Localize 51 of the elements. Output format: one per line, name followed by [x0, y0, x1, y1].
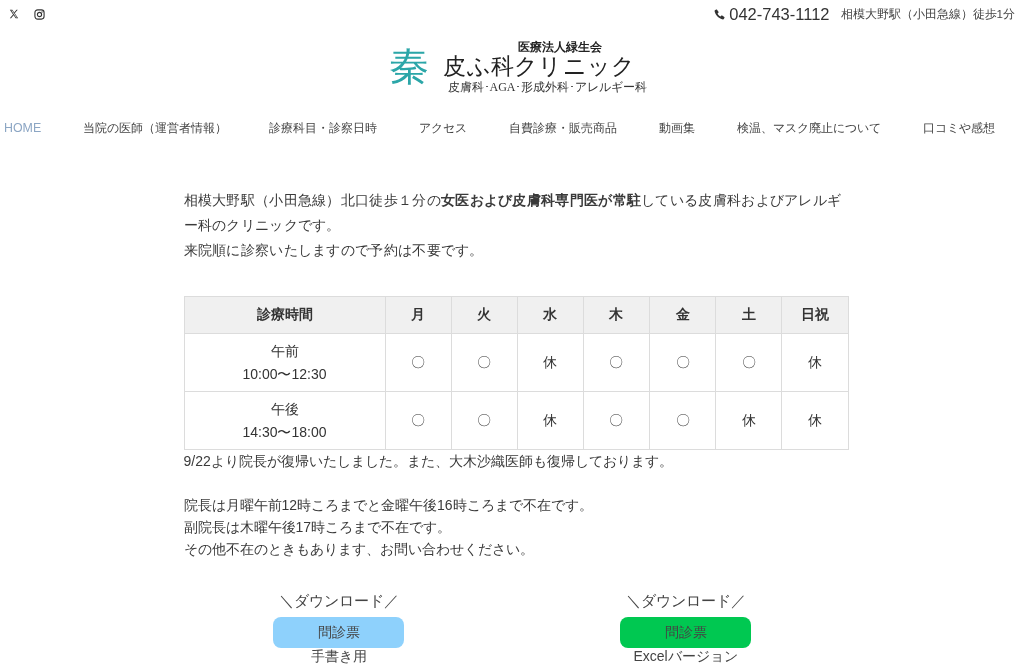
table-header-cell: 木	[583, 296, 650, 334]
table-cell: 午後 14:30〜18:00	[184, 391, 385, 450]
phone-icon	[714, 8, 726, 20]
nav-link[interactable]: 動画集	[659, 119, 696, 137]
table-cell: 休	[781, 391, 848, 450]
table-header-cell: 診療時間	[184, 296, 385, 334]
table-cell: 休	[781, 333, 848, 392]
table-header-cell: 日祝	[781, 296, 848, 334]
table-cell: 〇	[583, 391, 650, 450]
departments-text[interactable]: 皮膚科･AGA･形成外科･アレルギー科	[447, 79, 648, 95]
table-header-cell: 水	[517, 296, 584, 334]
questionnaire-button[interactable]: 問診票	[620, 617, 751, 648]
table-cell: 〇	[649, 391, 716, 450]
table-cell: 〇	[451, 333, 518, 392]
questionnaire-button[interactable]: 問診票	[273, 617, 404, 648]
download-caption: ＼ダウンロード／	[278, 592, 399, 611]
download-note: Excelバージョン	[633, 648, 738, 665]
table-cell: 〇	[715, 333, 782, 392]
notice-text: 院長は月曜午前12時ころまでと金曜午後16時ころまで不在です。	[183, 496, 594, 515]
nav-link[interactable]: 口コミや感想	[923, 119, 996, 137]
table-header-cell: 月	[385, 296, 452, 334]
x-logo-icon[interactable]	[9, 9, 19, 19]
table-header-cell: 土	[715, 296, 782, 334]
clinic-name[interactable]: 皮ふ科クリニック	[443, 53, 636, 80]
access-text: 相模大野駅（小田急線）徒歩1分	[840, 6, 1015, 22]
table-header-cell: 金	[649, 296, 716, 334]
nav-link[interactable]: 自費診療・販売商品	[509, 119, 618, 137]
nav-link[interactable]: 検温、マスク廃止について	[737, 119, 882, 137]
download-note: 手書き用	[310, 648, 367, 665]
download-caption: ＼ダウンロード／	[625, 592, 746, 611]
intro-paragraph: 来院順に診察いたしますので予約は不要です。	[183, 241, 485, 260]
nav-link[interactable]: アクセス	[419, 119, 468, 137]
table-cell: 〇	[385, 391, 452, 450]
phone-number[interactable]: 042-743-1112	[729, 4, 830, 24]
table-cell: 休	[517, 391, 584, 450]
table-cell: 〇	[451, 391, 518, 450]
notice-text: その他不在のときもあります、お問い合わせください。	[183, 540, 535, 559]
table-cell: 休	[715, 391, 782, 450]
notice-text: 9/22より院長が復帰いたしました。また、大木沙織医師も復帰しております。	[183, 452, 674, 471]
table-cell: 〇	[649, 333, 716, 392]
table-cell: 〇	[385, 333, 452, 392]
instagram-icon[interactable]	[34, 8, 45, 20]
table-header-cell: 火	[451, 296, 518, 334]
intro-paragraph: 相模大野駅（小田急線）北口徒歩１分の女医および皮膚科専門医が常駐している皮膚科およびアレルギー科のクリニックです。	[183, 191, 843, 235]
table-cell: 休	[517, 333, 584, 392]
nav-link[interactable]: 当院の医師（運営者情報）	[83, 119, 228, 137]
table-cell: 〇	[583, 333, 650, 392]
nav-link[interactable]: 診療科目・診察日時	[269, 119, 378, 137]
table-cell: 午前 10:00〜12:30	[184, 333, 385, 392]
corporation-name[interactable]: 医療法人緑生会	[517, 39, 602, 54]
notice-text: 副院長は木曜午後17時ころまで不在です。	[183, 518, 453, 537]
